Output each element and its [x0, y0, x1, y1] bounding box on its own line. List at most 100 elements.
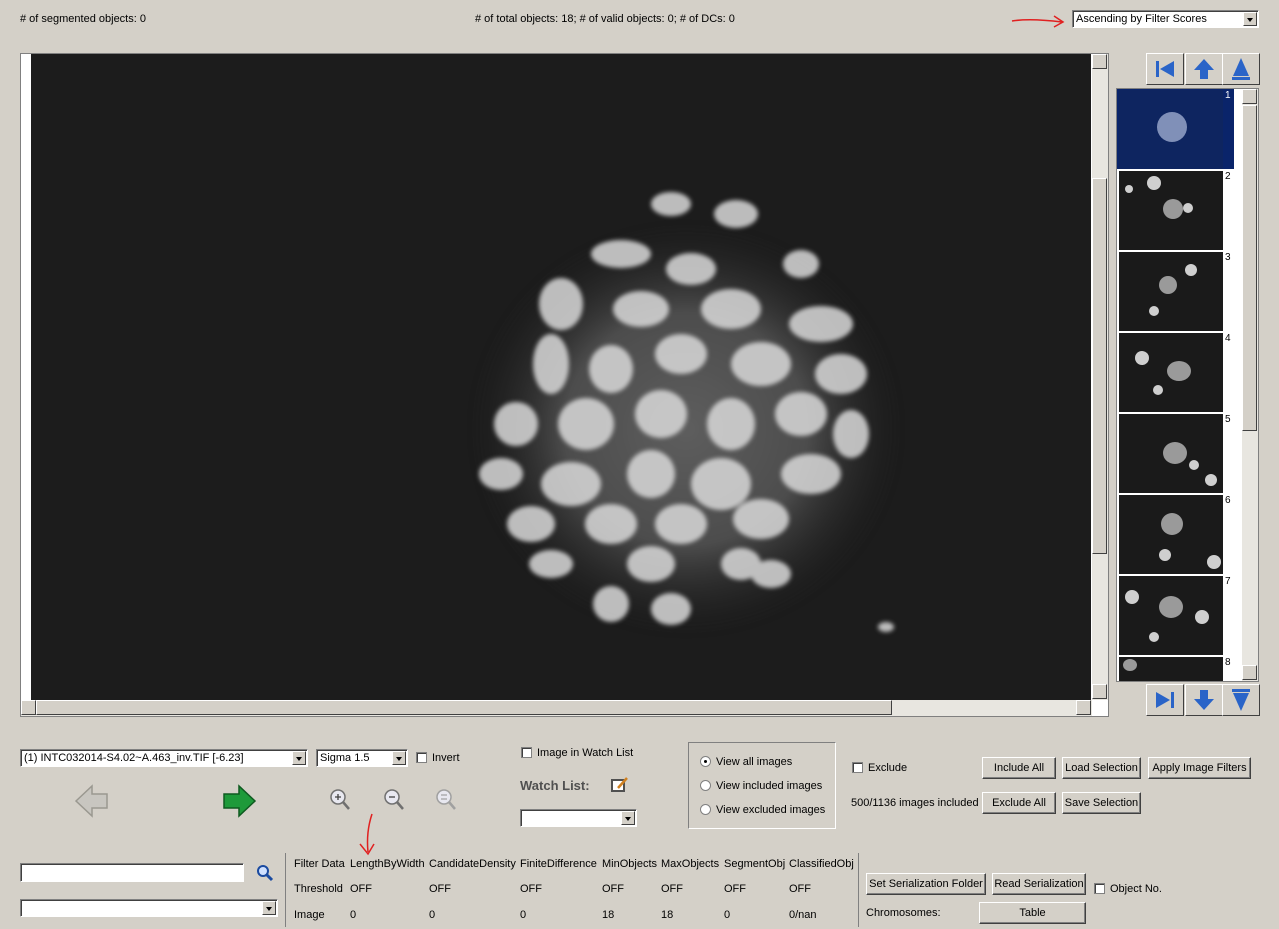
- view-included-label: View included images: [716, 780, 823, 792]
- view-all-label: View all images: [716, 756, 793, 768]
- table-cell[interactable]: OFF: [350, 883, 372, 895]
- table-row-label: Threshold: [294, 883, 343, 895]
- scroll-top-icon: [1232, 58, 1250, 80]
- table-cell[interactable]: OFF: [602, 883, 624, 895]
- image-select[interactable]: (1) INTC032014-S4.02~A.463_inv.TIF [-6.2…: [20, 749, 308, 767]
- thumbnail-number: 5: [1225, 414, 1231, 425]
- scroll-thumb[interactable]: [1092, 178, 1107, 554]
- scroll-top-button[interactable]: [1222, 53, 1260, 85]
- table-header: MinObjects: [602, 858, 658, 870]
- scroll-right-icon[interactable]: [1076, 700, 1091, 715]
- object-totals: # of total objects: 18; # of valid objec…: [475, 13, 735, 25]
- watch-list-checkbox[interactable]: [521, 747, 532, 758]
- divider: [285, 853, 286, 927]
- thumbnail-image[interactable]: [1119, 333, 1223, 412]
- scroll-bottom-button[interactable]: [1222, 684, 1260, 716]
- table-cell: 18: [602, 909, 615, 921]
- scroll-up-icon[interactable]: [1242, 89, 1257, 104]
- table-row-label: Image: [294, 909, 325, 921]
- invert-label: Invert: [432, 752, 460, 764]
- chevron-down-icon[interactable]: [262, 901, 276, 915]
- invert-checkbox[interactable]: [416, 752, 427, 763]
- watch-list-label: Watch List:: [520, 778, 590, 793]
- apply-image-filters-button[interactable]: Apply Image Filters: [1148, 757, 1251, 779]
- sigma-select-value: Sigma 1.5: [320, 752, 370, 764]
- read-serialization-button[interactable]: Read Serialization: [992, 873, 1086, 895]
- skip-first-icon: [1156, 61, 1174, 77]
- annotation-arrow-icon: [359, 813, 375, 856]
- exclude-checkbox[interactable]: [852, 762, 863, 773]
- sort-order-select[interactable]: Ascending by Filter Scores: [1072, 10, 1259, 28]
- thumbnail-image[interactable]: [1119, 171, 1223, 250]
- view-included-radio[interactable]: [700, 780, 711, 791]
- segmented-count: # of segmented objects: 0: [20, 13, 146, 25]
- scroll-down-icon[interactable]: [1092, 684, 1107, 699]
- thumbnail-number: 6: [1225, 495, 1231, 506]
- sort-order-value: Ascending by Filter Scores: [1076, 13, 1207, 25]
- filter-select[interactable]: [20, 899, 278, 917]
- edit-watch-list-icon[interactable]: [610, 776, 630, 794]
- object-no-checkbox[interactable]: [1094, 883, 1105, 894]
- thumbnail-image[interactable]: [1119, 414, 1223, 493]
- chevron-down-icon[interactable]: [621, 811, 635, 825]
- thumbnail-image[interactable]: [1119, 252, 1223, 331]
- table-cell: 0: [724, 909, 731, 921]
- table-cell[interactable]: OFF: [724, 883, 746, 895]
- last-image-button[interactable]: [1146, 684, 1184, 716]
- set-serialization-folder-button[interactable]: Set Serialization Folder: [866, 873, 986, 895]
- annotation-arrow-icon: [1011, 15, 1065, 28]
- sigma-select[interactable]: Sigma 1.5: [316, 749, 408, 767]
- search-icon[interactable]: [256, 864, 274, 882]
- divider: [858, 853, 859, 927]
- h-scroll-thumb[interactable]: [36, 700, 892, 715]
- arrow-down-icon: [1194, 690, 1214, 710]
- table-header: LengthByWidth: [350, 858, 425, 870]
- save-selection-button[interactable]: Save Selection: [1062, 792, 1141, 814]
- zoom-in-icon[interactable]: [328, 787, 352, 813]
- first-image-button[interactable]: [1146, 53, 1184, 85]
- thumbnail-scroll-thumb[interactable]: [1242, 105, 1257, 431]
- scroll-down-icon[interactable]: [1242, 665, 1257, 680]
- table-cell[interactable]: OFF: [520, 883, 542, 895]
- page-up-button[interactable]: [1185, 53, 1223, 85]
- thumbnail-number: 4: [1225, 333, 1231, 344]
- scroll-up-icon[interactable]: [1092, 54, 1107, 69]
- page-down-button[interactable]: [1185, 684, 1223, 716]
- watch-list-select[interactable]: [520, 809, 637, 827]
- thumbnail-scrollbar[interactable]: [1242, 89, 1258, 681]
- thumbnail-image[interactable]: [1119, 657, 1223, 681]
- previous-arrow-icon[interactable]: [72, 782, 112, 820]
- scroll-left-icon[interactable]: [21, 700, 36, 715]
- table-button[interactable]: Table: [979, 902, 1086, 924]
- thumbnail-number: 3: [1225, 252, 1231, 263]
- view-all-radio[interactable]: [700, 756, 711, 767]
- zoom-fit-icon[interactable]: [434, 787, 458, 813]
- thumbnail-image[interactable]: [1119, 90, 1223, 169]
- table-header: SegmentObj: [724, 858, 786, 870]
- chevron-down-icon[interactable]: [392, 751, 406, 765]
- viewer-vertical-scrollbar[interactable]: [1092, 54, 1108, 700]
- skip-last-icon: [1156, 692, 1174, 708]
- image-viewer[interactable]: [20, 53, 1109, 717]
- search-input[interactable]: [20, 863, 244, 882]
- thumbnail-image[interactable]: [1119, 495, 1223, 574]
- include-all-button[interactable]: Include All: [982, 757, 1056, 779]
- arrow-up-icon: [1194, 59, 1214, 79]
- viewer-horizontal-scrollbar[interactable]: [21, 700, 1092, 716]
- included-count: 500/1136 images included: [851, 797, 979, 809]
- chromosome-spread-image: [466, 192, 906, 639]
- table-cell[interactable]: OFF: [661, 883, 683, 895]
- table-cell[interactable]: OFF: [789, 883, 811, 895]
- micrograph-image: [31, 54, 1091, 700]
- thumbnail-image[interactable]: [1119, 576, 1223, 655]
- watch-list-checkbox-label: Image in Watch List: [537, 747, 634, 759]
- load-selection-button[interactable]: Load Selection: [1062, 757, 1141, 779]
- next-arrow-icon[interactable]: [219, 782, 259, 820]
- table-header: MaxObjects: [661, 858, 720, 870]
- view-excluded-radio[interactable]: [700, 804, 711, 815]
- exclude-all-button[interactable]: Exclude All: [982, 792, 1056, 814]
- chevron-down-icon[interactable]: [292, 751, 306, 765]
- zoom-out-icon[interactable]: [382, 787, 406, 813]
- chevron-down-icon[interactable]: [1243, 12, 1257, 26]
- table-cell[interactable]: OFF: [429, 883, 451, 895]
